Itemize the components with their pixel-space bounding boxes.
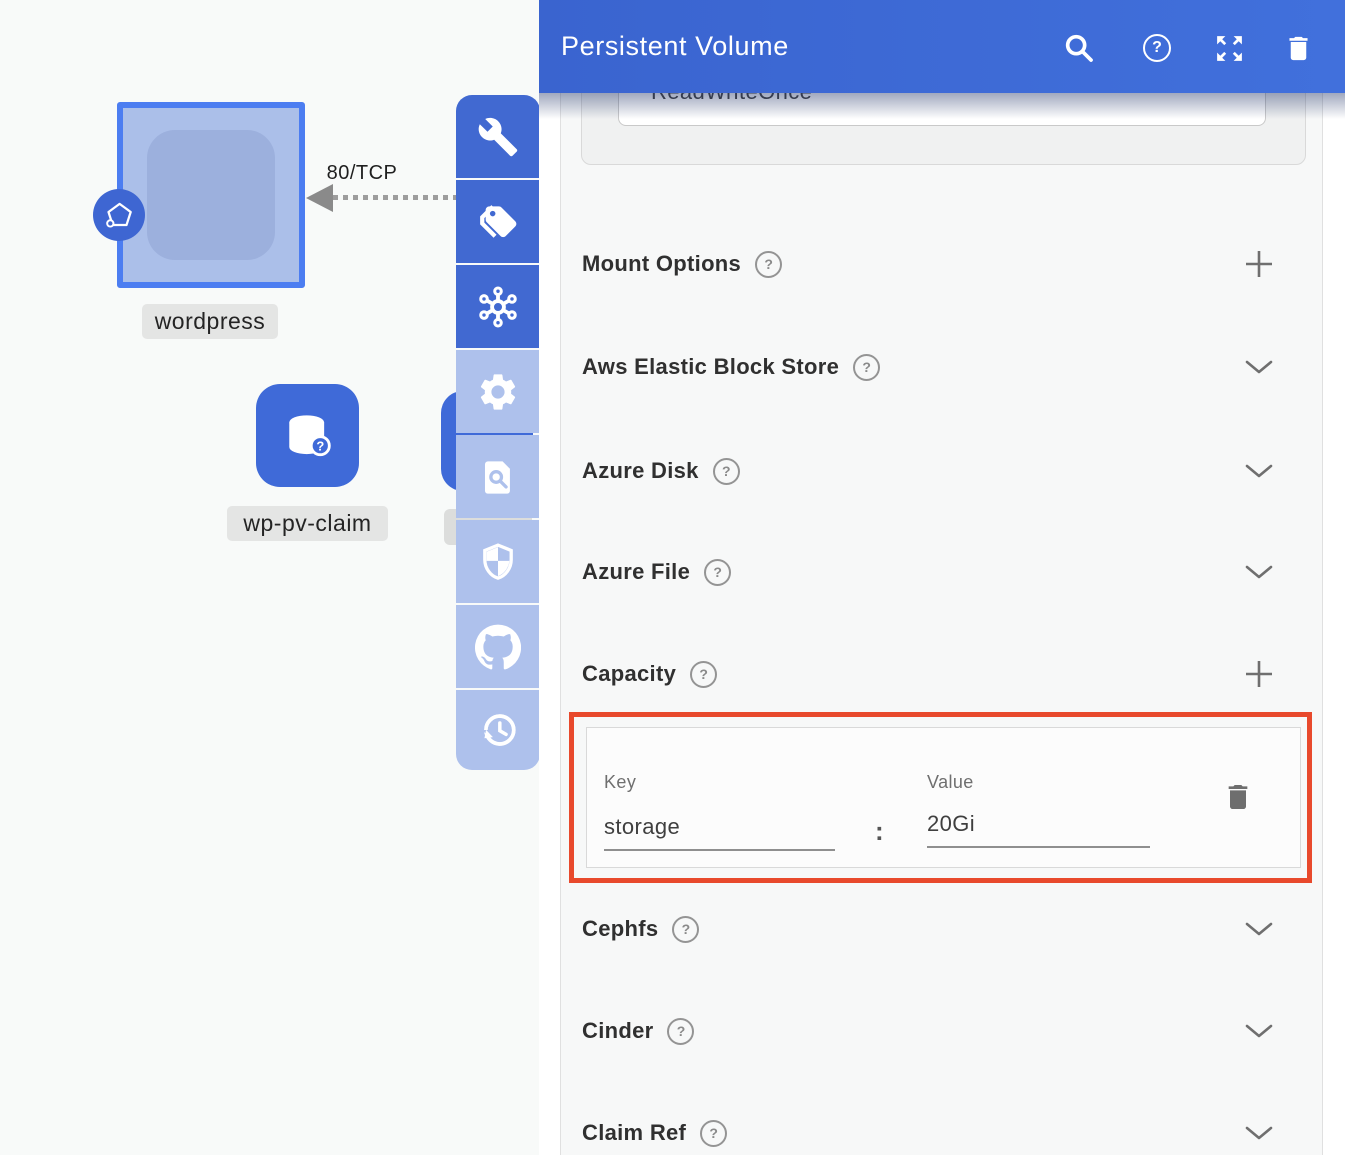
chevron-down-icon — [1244, 463, 1274, 479]
help-button[interactable] — [1138, 29, 1176, 67]
persistent-volume-panel: ReadWriteOnce Mount Options Aws Elastic … — [539, 0, 1345, 1155]
expand-button[interactable] — [1243, 1015, 1275, 1047]
help-icon[interactable] — [700, 1120, 727, 1147]
expand-icon — [1213, 32, 1246, 65]
pod-pentagon-icon — [101, 197, 137, 233]
shield-icon — [476, 540, 520, 584]
chevron-down-icon — [1244, 1023, 1274, 1039]
help-icon[interactable] — [672, 916, 699, 943]
help-icon[interactable] — [713, 458, 740, 485]
toolbar-hub-button[interactable] — [456, 265, 540, 348]
database-icon: ? — [277, 405, 339, 467]
plus-icon — [1244, 249, 1274, 279]
toolbar-tag-button[interactable] — [456, 180, 540, 263]
section-title: Cephfs — [582, 916, 658, 942]
github-icon — [475, 624, 521, 670]
section-capacity: Capacity — [582, 653, 1303, 695]
section-claim-ref: Claim Ref — [582, 1112, 1303, 1154]
chevron-down-icon — [1244, 921, 1274, 937]
chevron-down-icon — [1244, 564, 1274, 580]
delete-resource-button[interactable] — [1279, 29, 1317, 67]
panel-header: Persistent Volume — [539, 0, 1345, 93]
section-azure-disk: Azure Disk — [582, 450, 1303, 492]
section-mount-options: Mount Options — [582, 243, 1303, 285]
toolbar-wrench-button[interactable] — [456, 95, 540, 178]
trash-icon — [1222, 780, 1254, 814]
section-title: Capacity — [582, 661, 676, 687]
help-icon — [1143, 34, 1171, 62]
header-shadow — [539, 93, 1345, 119]
expand-panel-button[interactable] — [1210, 29, 1248, 67]
help-icon[interactable] — [667, 1018, 694, 1045]
delete-entry-button[interactable] — [1222, 780, 1254, 814]
section-aws-ebs: Aws Elastic Block Store — [582, 346, 1303, 388]
search-icon — [1062, 31, 1096, 65]
trash-icon — [1283, 32, 1314, 65]
toolbar-security-button[interactable] — [456, 520, 540, 603]
help-icon[interactable] — [853, 354, 880, 381]
panel-title: Persistent Volume — [561, 31, 789, 62]
help-icon[interactable] — [755, 251, 782, 278]
capacity-value-input[interactable]: 20Gi — [927, 811, 1150, 848]
document-search-icon — [476, 455, 520, 499]
capacity-highlight-annotation: Key storage : Value 20Gi — [569, 712, 1312, 883]
tag-icon — [476, 200, 520, 244]
hub-icon — [475, 284, 521, 330]
search-button[interactable] — [1060, 29, 1098, 67]
node-wordpress-body — [147, 130, 275, 260]
value-label: Value — [927, 772, 974, 793]
canvas-toolbar — [456, 95, 540, 770]
expand-button[interactable] — [1243, 455, 1275, 487]
plus-icon — [1244, 659, 1274, 689]
key-value-separator: : — [875, 816, 884, 847]
add-button[interactable] — [1243, 658, 1275, 690]
section-title: Mount Options — [582, 251, 741, 277]
toolbar-preview-button[interactable] — [456, 435, 540, 518]
help-icon[interactable] — [704, 559, 731, 586]
toolbar-github-button[interactable] — [456, 605, 540, 688]
svg-text:?: ? — [316, 438, 324, 453]
section-cephfs: Cephfs — [582, 908, 1303, 950]
expand-button[interactable] — [1243, 556, 1275, 588]
node-label-wp-pv-claim: wp-pv-claim — [227, 506, 388, 541]
toolbar-history-button[interactable] — [456, 690, 540, 770]
history-icon — [476, 708, 520, 752]
wrench-icon — [477, 116, 519, 158]
edge-arrowhead-icon — [306, 184, 333, 212]
section-cinder: Cinder — [582, 1010, 1303, 1052]
section-title: Aws Elastic Block Store — [582, 354, 839, 380]
pod-badge[interactable] — [93, 189, 145, 241]
section-title: Claim Ref — [582, 1120, 686, 1146]
node-wordpress[interactable] — [117, 102, 305, 288]
expand-button[interactable] — [1243, 913, 1275, 945]
gear-icon — [476, 370, 520, 414]
section-title: Azure File — [582, 559, 690, 585]
app: 80/TCP wordpress ? wp-pv-claim — [0, 0, 1345, 1155]
help-icon[interactable] — [690, 661, 717, 688]
expand-button[interactable] — [1243, 351, 1275, 383]
toolbar-settings-button[interactable] — [456, 350, 540, 433]
section-title: Azure Disk — [582, 458, 699, 484]
node-label-wordpress: wordpress — [142, 304, 278, 339]
add-button[interactable] — [1243, 248, 1275, 280]
expand-button[interactable] — [1243, 1117, 1275, 1149]
chevron-down-icon — [1244, 359, 1274, 375]
panel-form-body: ReadWriteOnce Mount Options Aws Elastic … — [560, 0, 1323, 1155]
section-azure-file: Azure File — [582, 551, 1303, 593]
edge-port-label: 80/TCP — [318, 162, 406, 185]
diagram-canvas[interactable]: 80/TCP wordpress ? wp-pv-claim — [0, 0, 539, 1155]
capacity-key-value-card: Key storage : Value 20Gi — [586, 727, 1301, 868]
chevron-down-icon — [1244, 1125, 1274, 1141]
section-title: Cinder — [582, 1018, 653, 1044]
node-wp-pv-claim[interactable]: ? — [256, 384, 359, 487]
key-label: Key — [604, 772, 636, 793]
edge-dotted-line — [333, 195, 458, 200]
capacity-key-input[interactable]: storage — [604, 814, 835, 851]
